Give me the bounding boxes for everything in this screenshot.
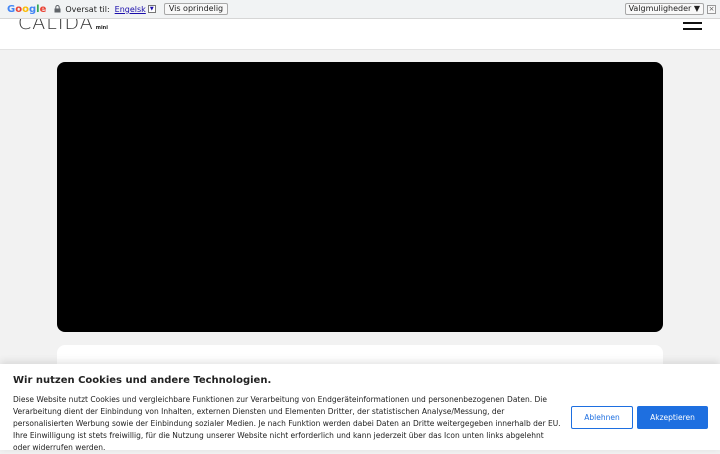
cookie-banner: Wir nutzen Cookies und andere Technologi… [0,364,720,452]
translated-to-label: Oversat til: [65,4,110,14]
close-icon[interactable]: × [707,5,716,14]
language-value: Engelsk [114,4,146,14]
cookie-title: Wir nutzen Cookies und andere Technologi… [13,375,272,386]
video-player[interactable] [57,62,663,332]
lock-icon [53,5,61,13]
cookie-text: Diese Website nutzt Cookies und vergleic… [13,395,561,452]
language-select[interactable]: Engelsk ▼ [115,5,156,14]
chevron-down-icon: ▼ [147,5,156,13]
google-logo: Google [7,3,47,15]
options-button[interactable]: Valgmuligheder ▼ [624,3,704,15]
logo-sub: mini [95,25,108,31]
show-original-button[interactable]: Vis oprindelig [163,3,229,15]
reject-button[interactable]: Ablehnen [571,406,633,429]
translate-bar: Google Oversat til: Engelsk ▼ Vis oprinde… [0,0,720,19]
accept-button[interactable]: Akzeptieren [637,406,708,429]
